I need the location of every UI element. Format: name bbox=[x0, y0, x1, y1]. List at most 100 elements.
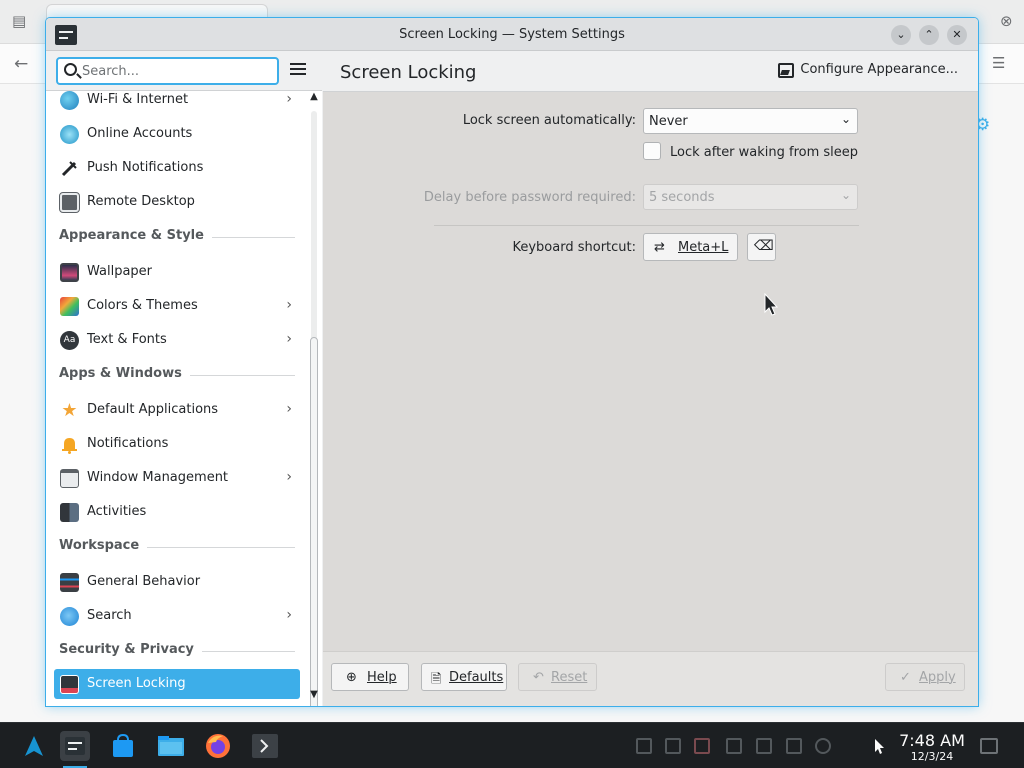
tray-storage-icon[interactable] bbox=[756, 738, 772, 754]
help-icon: ⊕ bbox=[346, 670, 357, 685]
maximize-button[interactable]: ⌃ bbox=[919, 25, 939, 45]
defaults-label: Defaults bbox=[449, 670, 504, 685]
globe-icon bbox=[60, 91, 79, 110]
sidebar-item-activities[interactable]: Activities bbox=[54, 497, 300, 527]
search-icon bbox=[64, 63, 77, 76]
lock-auto-combobox[interactable]: Never ⌄ bbox=[643, 108, 858, 134]
taskbar-system-settings[interactable] bbox=[60, 731, 90, 768]
chevron-right-icon: › bbox=[286, 331, 292, 347]
sidebar-item-window-management[interactable]: Window Management › bbox=[54, 463, 300, 493]
sidebar-item-label: General Behavior bbox=[87, 574, 201, 589]
close-tab-icon[interactable]: ⊗ bbox=[1000, 14, 1013, 29]
sidebar-item-label: Screen Locking bbox=[87, 676, 186, 691]
sidebar-item-online-accounts[interactable]: Online Accounts bbox=[54, 119, 300, 149]
window-icon bbox=[60, 469, 79, 488]
apply-label: Apply bbox=[919, 670, 956, 685]
taskbar-discover[interactable] bbox=[108, 731, 138, 761]
sidebar-item-general-behavior[interactable]: General Behavior bbox=[54, 567, 300, 597]
sidebar-item-push-notifications[interactable]: Push Notifications bbox=[54, 153, 300, 183]
lock-auto-value: Never bbox=[649, 114, 688, 129]
sidebar-item-colors-themes[interactable]: Colors & Themes › bbox=[54, 291, 300, 321]
sidebar-item-screen-locking[interactable]: Screen Locking bbox=[54, 669, 300, 699]
star-icon: ★ bbox=[61, 400, 78, 421]
sidebar-item-label: Text & Fonts bbox=[87, 332, 167, 347]
search-icon bbox=[60, 607, 79, 626]
sidebar-item-text-fonts[interactable]: Aa Text & Fonts › bbox=[54, 325, 300, 355]
lock-after-wake-checkbox[interactable] bbox=[643, 142, 661, 160]
backspace-icon: ⌫ bbox=[754, 238, 774, 254]
chevron-right-icon: › bbox=[286, 91, 292, 107]
sidebar-item-default-applications[interactable]: ★ Default Applications › bbox=[54, 395, 300, 425]
pin-icon bbox=[60, 159, 79, 178]
defaults-button[interactable]: 🗎 Defaults bbox=[421, 663, 507, 691]
application-launcher[interactable] bbox=[19, 731, 49, 761]
activities-icon bbox=[60, 503, 79, 522]
show-desktop-icon[interactable] bbox=[980, 738, 998, 754]
lock-after-wake-label: Lock after waking from sleep bbox=[670, 145, 859, 160]
sidebar-item-notifications[interactable]: Notifications bbox=[54, 429, 300, 459]
reset-button[interactable]: ↶ Reset bbox=[518, 663, 597, 691]
chevron-right-icon: › bbox=[286, 297, 292, 313]
sidebar-item-wifi-internet[interactable]: Wi-Fi & Internet › bbox=[54, 91, 300, 115]
close-button[interactable]: ✕ bbox=[947, 25, 967, 45]
shopping-bag-icon bbox=[113, 733, 133, 757]
sidebar-section-appearance: Appearance & Style bbox=[59, 228, 295, 246]
tray-display-icon[interactable] bbox=[786, 738, 802, 754]
settings-form: Lock screen automatically: Never ⌄ Lock … bbox=[323, 92, 978, 651]
configure-appearance-button[interactable]: Configure Appearance... bbox=[776, 58, 964, 84]
chevron-down-icon: ⌄ bbox=[840, 188, 851, 202]
folder-icon bbox=[158, 736, 184, 756]
chevron-down-icon: ⌄ bbox=[840, 112, 851, 126]
search-input[interactable] bbox=[82, 62, 272, 80]
reset-label: Reset bbox=[551, 670, 588, 685]
sidebar-item-label: Default Applications bbox=[87, 402, 219, 417]
sidebar-section-security: Security & Privacy bbox=[59, 642, 295, 660]
search-field[interactable] bbox=[56, 57, 279, 85]
sidebar-item-label: Activities bbox=[87, 504, 147, 519]
shortcut-button[interactable]: ⇄ Meta+L bbox=[643, 233, 738, 261]
sidebar-item-label: Wi-Fi & Internet bbox=[87, 92, 189, 107]
system-settings-icon bbox=[65, 737, 85, 755]
sidebar-item-label: Window Management bbox=[87, 470, 229, 485]
apply-button[interactable]: ✓ Apply bbox=[885, 663, 965, 691]
clock-date[interactable]: 12/3/24 bbox=[896, 750, 968, 763]
sidebar-item-remote-desktop[interactable]: Remote Desktop bbox=[54, 187, 300, 217]
delay-combobox[interactable]: 5 seconds ⌄ bbox=[643, 184, 858, 210]
tray-clipboard-icon[interactable] bbox=[636, 738, 652, 754]
menu-icon[interactable]: ☰ bbox=[992, 56, 1005, 71]
colors-themes-icon bbox=[60, 297, 79, 316]
chevron-right-icon: › bbox=[286, 469, 292, 485]
tray-calendar-icon[interactable] bbox=[665, 738, 681, 754]
sliders-icon bbox=[60, 573, 79, 592]
scroll-down-icon[interactable]: ▼ bbox=[308, 689, 320, 703]
sidebar-item-search[interactable]: Search › bbox=[54, 601, 300, 631]
image-edit-icon bbox=[778, 63, 795, 78]
shortcut-value: Meta+L bbox=[678, 240, 729, 255]
fonts-icon: Aa bbox=[60, 331, 79, 350]
taskbar bbox=[0, 722, 1024, 768]
back-arrow-icon[interactable]: ← bbox=[14, 56, 28, 73]
taskbar-file-manager[interactable] bbox=[156, 731, 186, 761]
hamburger-menu-icon[interactable] bbox=[290, 63, 308, 77]
page-title: Screen Locking bbox=[340, 62, 477, 83]
archive-icon[interactable]: ▤ bbox=[12, 14, 26, 29]
tray-network-disconnected-icon[interactable] bbox=[694, 738, 710, 754]
taskbar-terminal[interactable] bbox=[250, 731, 280, 761]
taskbar-firefox[interactable] bbox=[203, 731, 233, 761]
sidebar-item-wallpaper[interactable]: Wallpaper bbox=[54, 257, 300, 287]
help-button[interactable]: ⊕ Help bbox=[331, 663, 409, 691]
sidebar-scrollbar[interactable]: ▲ ▼ bbox=[306, 91, 322, 706]
scrollbar-thumb[interactable] bbox=[310, 337, 318, 706]
tray-volume-icon[interactable] bbox=[815, 738, 831, 754]
firefox-icon bbox=[206, 734, 230, 758]
chevron-right-icon: › bbox=[286, 401, 292, 417]
sidebar-item-label: Wallpaper bbox=[87, 264, 153, 279]
scroll-up-icon[interactable]: ▲ bbox=[308, 91, 320, 105]
minimize-button[interactable]: ⌄ bbox=[891, 25, 911, 45]
system-settings-window: Screen Locking — System Settings ⌄ ⌃ ✕ W… bbox=[46, 18, 978, 706]
clock-time[interactable]: 7:48 AM bbox=[896, 731, 968, 750]
online-accounts-icon bbox=[60, 125, 79, 144]
terminal-icon bbox=[252, 734, 278, 758]
clear-shortcut-button[interactable]: ⌫ bbox=[747, 233, 776, 261]
tray-bluetooth-icon[interactable] bbox=[726, 738, 742, 754]
